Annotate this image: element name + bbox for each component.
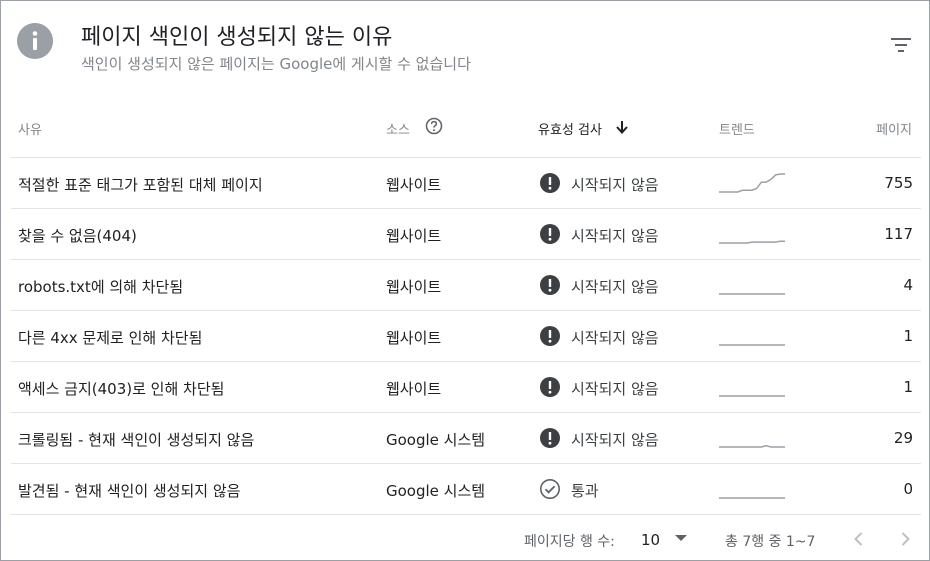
check-circle-icon (540, 479, 560, 499)
chevron-right-icon[interactable] (893, 527, 917, 551)
row-source: 웹사이트 (386, 176, 442, 194)
column-header-reason[interactable]: 사유 (18, 119, 42, 138)
row-reason: robots.txt에 의해 차단됨 (18, 278, 184, 296)
trend-sparkline (719, 344, 785, 346)
row-source: 웹사이트 (386, 227, 442, 245)
alert-icon (540, 377, 560, 397)
table-row[interactable]: 발견됨 - 현재 색인이 생성되지 않음 Google 시스템 통과 0 (11, 463, 921, 515)
pagination-range: 총 7행 중 1~7 (725, 534, 816, 550)
sparkline-path (719, 240, 785, 244)
row-validation-status: 시작되지 않음 (571, 278, 659, 296)
row-reason: 발견됨 - 현재 색인이 생성되지 않음 (18, 482, 241, 500)
row-validation-status: 시작되지 않음 (571, 176, 659, 194)
chevron-left-icon[interactable] (847, 527, 871, 551)
alert-icon (540, 275, 560, 295)
row-reason: 크롤링됨 - 현재 색인이 생성되지 않음 (18, 431, 255, 449)
column-header-trend: 트렌드 (719, 123, 755, 138)
row-pages: 755 (884, 174, 913, 192)
row-validation-status: 시작되지 않음 (571, 380, 659, 398)
table-row[interactable]: 액세스 금지(403)로 인해 차단됨 웹사이트 시작되지 않음 1 (11, 361, 921, 412)
rows-per-page-label: 페이지당 행 수: (524, 534, 615, 550)
row-pages: 1 (903, 378, 913, 396)
row-validation-status: 시작되지 않음 (571, 227, 659, 245)
alert-icon (540, 326, 560, 346)
column-header-validation[interactable]: 유효성 검사 (538, 119, 602, 138)
table-body: 적절한 표준 태그가 포함된 대체 페이지 웹사이트 시작되지 않음 755 찾을 수 … (11, 157, 921, 515)
table-row[interactable]: robots.txt에 의해 차단됨 웹사이트 시작되지 않음 4 (11, 259, 921, 310)
row-pages: 4 (903, 276, 913, 294)
dropdown-arrow-icon (675, 535, 687, 541)
row-validation-status: 시작되지 않음 (571, 431, 659, 449)
page-subtitle: 색인이 생성되지 않은 페이지는 Google에 게시할 수 없습니다 (81, 55, 471, 73)
sparkline-path (719, 173, 785, 193)
row-reason: 적절한 표준 태그가 포함된 대체 페이지 (18, 176, 263, 194)
row-validation-status: 통과 (571, 482, 599, 500)
help-circle-icon[interactable] (425, 117, 443, 135)
row-reason: 찾을 수 없음(404) (18, 227, 137, 245)
row-reason: 다른 4xx 문제로 인해 차단됨 (18, 329, 203, 347)
table-row[interactable]: 다른 4xx 문제로 인해 차단됨 웹사이트 시작되지 않음 1 (11, 310, 921, 361)
row-validation-status: 시작되지 않음 (571, 329, 659, 347)
column-header-source[interactable]: 소스 (386, 119, 410, 138)
row-source: Google 시스템 (386, 482, 486, 500)
row-source: Google 시스템 (386, 431, 486, 449)
rows-per-page-select[interactable]: 10 (641, 525, 691, 553)
row-pages: 29 (893, 429, 913, 447)
column-header-pages[interactable]: 페이지 (876, 119, 912, 138)
rows-per-page-value: 10 (641, 531, 661, 549)
filter-icon[interactable] (887, 31, 915, 59)
arrow-down-icon[interactable] (615, 120, 629, 134)
page-title: 페이지 색인이 생성되지 않는 이유 (81, 25, 393, 50)
trend-sparkline (719, 293, 785, 295)
row-pages: 117 (884, 225, 913, 243)
row-source: 웹사이트 (386, 329, 442, 347)
trend-sparkline (719, 173, 785, 193)
trend-sparkline (719, 395, 785, 397)
alert-icon (540, 173, 560, 193)
trend-sparkline (719, 497, 785, 499)
table-row[interactable]: 찾을 수 없음(404) 웹사이트 시작되지 않음 117 (11, 208, 921, 259)
row-pages: 1 (903, 327, 913, 345)
sparkline-path (719, 444, 785, 448)
row-pages: 0 (903, 480, 913, 498)
table-row[interactable]: 적절한 표준 태그가 포함된 대체 페이지 웹사이트 시작되지 않음 755 (11, 157, 921, 208)
table-header: 사유 소스 유효성 검사 트렌드 페이지 (1, 109, 929, 149)
trend-sparkline (719, 240, 785, 244)
row-source: 웹사이트 (386, 278, 442, 296)
alert-icon (540, 428, 560, 448)
row-source: 웹사이트 (386, 380, 442, 398)
alert-icon (540, 224, 560, 244)
pagination: 페이지당 행 수: 10 총 7행 중 1~7 (1, 515, 929, 561)
trend-sparkline (719, 444, 785, 448)
report-card: 페이지 색인이 생성되지 않는 이유 색인이 생성되지 않은 페이지는 Goog… (0, 0, 930, 561)
row-reason: 액세스 금지(403)로 인해 차단됨 (18, 380, 225, 398)
info-icon (17, 23, 53, 59)
table-row[interactable]: 크롤링됨 - 현재 색인이 생성되지 않음 Google 시스템 시작되지 않음 29 (11, 412, 921, 463)
